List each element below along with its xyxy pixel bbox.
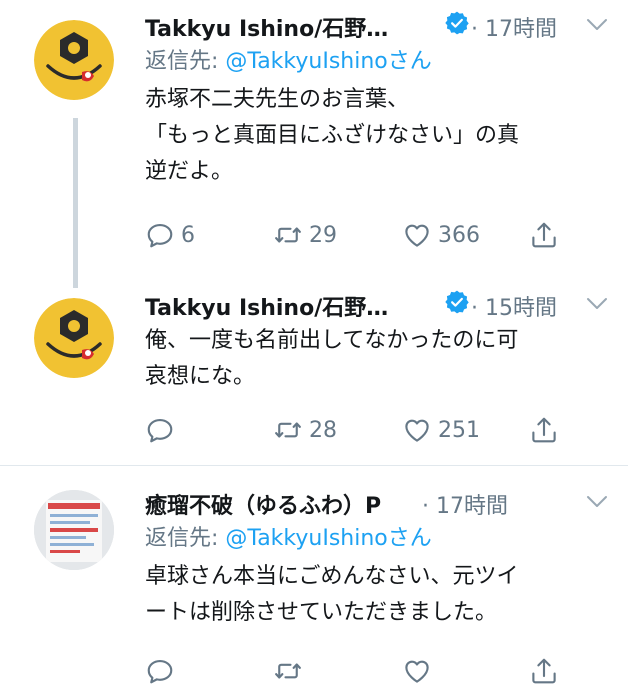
share-button[interactable] — [529, 218, 559, 252]
reply-to: 返信先: @TakkyuIshinoさん — [145, 44, 608, 80]
reply-button[interactable] — [145, 413, 181, 447]
like-icon — [402, 415, 432, 445]
reply-prefix: 返信先: — [145, 526, 226, 551]
reply-icon — [145, 656, 175, 686]
timestamp[interactable]: · 17時間 — [471, 11, 557, 43]
author-name[interactable]: 癒瑠不破（ゆるふわ）P — [145, 488, 381, 520]
reply-icon — [145, 415, 175, 445]
tweet-text-line: 哀想にな。 — [145, 364, 256, 389]
reply-button[interactable]: 6 — [145, 218, 195, 252]
like-icon — [402, 656, 432, 686]
retweet-button[interactable]: 29 — [273, 218, 337, 252]
tweet-body: 癒瑠不破（ゆるふわ）P · 17時間 返信先: @TakkyuIshinoさん … — [145, 485, 608, 631]
timestamp[interactable]: · 15時間 — [471, 290, 557, 322]
reply-button[interactable] — [145, 654, 181, 688]
tweet-text-line: 赤塚不二夫先生のお言葉、 — [145, 87, 410, 112]
share-button[interactable] — [529, 654, 559, 688]
author-name[interactable]: Takkyu Ishino/石野… — [145, 290, 388, 322]
smiley-avatar-icon — [34, 298, 114, 378]
reply-to: 返信先: @TakkyuIshinoさん — [145, 521, 608, 557]
tweet-text-line: 「もっと真面目にふざけなさい」の真 — [145, 123, 520, 148]
retweet-count: 29 — [309, 222, 337, 248]
tweet-text-line: ートは削除させていただきました。 — [145, 600, 498, 625]
verified-badge-icon — [444, 289, 470, 315]
avatar[interactable] — [34, 490, 114, 570]
tweet-actions: 6 29 366 — [145, 218, 605, 252]
reply-handle-link[interactable]: @TakkyuIshinoさん — [225, 49, 431, 74]
like-count: 366 — [438, 222, 480, 248]
like-icon — [402, 220, 432, 250]
tweet-header: 癒瑠不破（ゆるふわ）P · 17時間 — [145, 485, 608, 519]
caret-down-icon[interactable] — [586, 18, 608, 32]
tweet-body: Takkyu Ishino/石野… · 15時間 俺、一度も名前出してなかったの… — [145, 287, 608, 395]
caret-down-icon[interactable] — [586, 495, 608, 509]
verified-badge-icon — [444, 10, 470, 36]
tweet-actions — [145, 654, 605, 688]
tweet-text-line: 逆だよ。 — [145, 159, 234, 184]
tweet-header: Takkyu Ishino/石野… · 15時間 — [145, 287, 608, 321]
avatar[interactable] — [34, 298, 114, 378]
reply-handle-link[interactable]: @TakkyuIshinoさん — [225, 526, 431, 551]
retweet-icon — [273, 656, 303, 686]
tweet-3[interactable]: 癒瑠不破（ゆるふわ）P · 17時間 返信先: @TakkyuIshinoさん … — [0, 466, 628, 699]
tweet-text: 赤塚不二夫先生のお言葉、 「もっと真面目にふざけなさい」の真 逆だよ。 — [145, 82, 608, 190]
retweet-button[interactable]: 28 — [273, 413, 337, 447]
tweet-1[interactable]: Takkyu Ishino/石野… · 17時間 返信先: @TakkyuIsh… — [0, 0, 628, 288]
like-button[interactable] — [402, 654, 438, 688]
tweet-text: 俺、一度も名前出してなかったのに可 哀想にな。 — [145, 323, 608, 395]
share-icon — [529, 415, 559, 445]
smiley-avatar-icon — [34, 20, 114, 100]
tweet-text: 卓球さん本当にごめんなさい、元ツイ ートは削除させていただきました。 — [145, 559, 608, 631]
share-icon — [529, 220, 559, 250]
tweet-body: Takkyu Ishino/石野… · 17時間 返信先: @TakkyuIsh… — [145, 8, 608, 190]
retweet-button[interactable] — [273, 654, 309, 688]
tweet-header: Takkyu Ishino/石野… · 17時間 — [145, 8, 608, 42]
retweet-icon — [273, 415, 303, 445]
tweet-text-line: 卓球さん本当にごめんなさい、元ツイ — [145, 564, 519, 589]
tweet-2[interactable]: Takkyu Ishino/石野… · 15時間 俺、一度も名前出してなかったの… — [0, 285, 628, 465]
author-name[interactable]: Takkyu Ishino/石野… — [145, 11, 388, 43]
reply-count: 6 — [181, 222, 195, 248]
like-button[interactable]: 251 — [402, 413, 480, 447]
caret-down-icon[interactable] — [586, 297, 608, 311]
retweet-icon — [273, 220, 303, 250]
tweet-text-line: 俺、一度も名前出してなかったのに可 — [145, 328, 519, 353]
timestamp[interactable]: · 17時間 — [422, 488, 508, 520]
reply-icon — [145, 220, 175, 250]
like-button[interactable]: 366 — [402, 218, 480, 252]
like-count: 251 — [438, 417, 480, 443]
share-icon — [529, 656, 559, 686]
tweet-actions: 28 251 — [145, 413, 605, 447]
retweet-count: 28 — [309, 417, 337, 443]
reply-prefix: 返信先: — [145, 49, 226, 74]
avatar[interactable] — [34, 20, 114, 100]
share-button[interactable] — [529, 413, 559, 447]
thread-line — [73, 118, 78, 288]
photo-avatar-icon — [34, 490, 114, 570]
